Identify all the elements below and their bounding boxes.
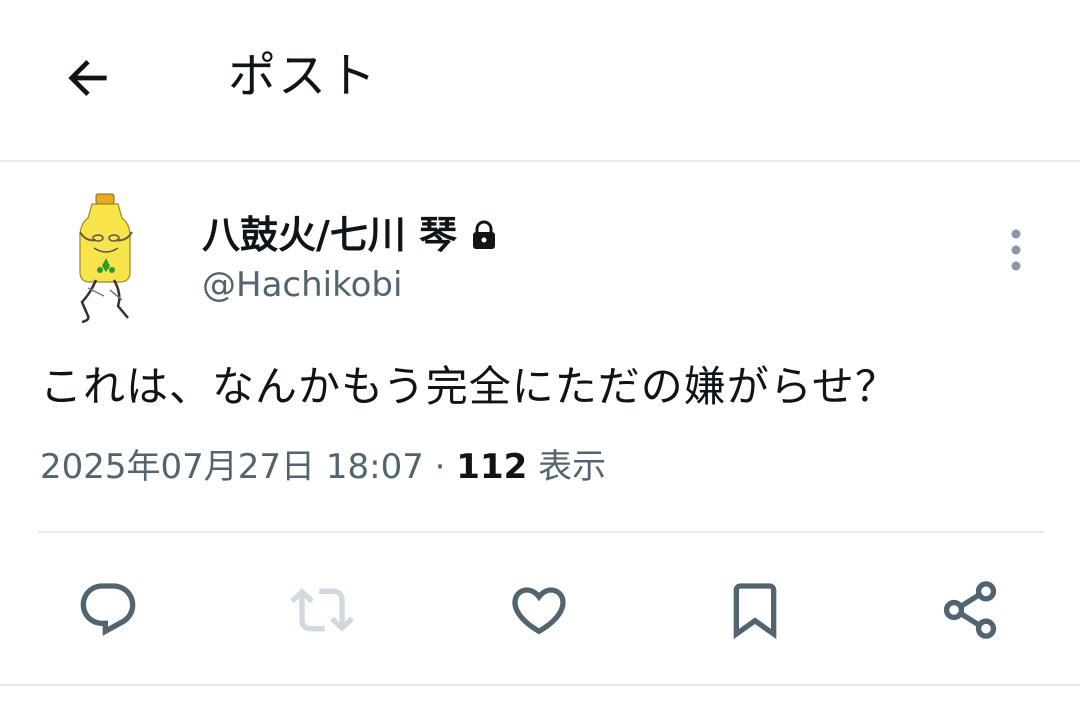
lock-icon <box>471 220 497 250</box>
back-button[interactable] <box>48 38 128 118</box>
back-arrow-icon <box>68 60 107 96</box>
avatar[interactable] <box>66 192 152 326</box>
display-name[interactable]: 八鼓火/七川 琴 <box>202 210 497 260</box>
share-button[interactable] <box>934 574 1006 646</box>
like-button[interactable] <box>503 574 575 646</box>
share-icon <box>943 581 997 639</box>
top-bar: ポスト <box>0 0 1080 162</box>
reply-button[interactable] <box>72 574 144 646</box>
display-name-text: 八鼓火/七川 琴 <box>202 213 458 257</box>
post-timestamp[interactable]: 2025年07月27日 18:07 <box>40 447 424 487</box>
views-count[interactable]: 112 <box>456 447 527 487</box>
views-label: 表示 <box>538 447 607 487</box>
repost-button[interactable] <box>286 574 358 646</box>
like-icon <box>512 587 566 635</box>
reply-icon <box>80 583 136 636</box>
more-vertical-icon <box>1011 229 1021 271</box>
repost-icon <box>290 588 354 632</box>
meta-separator: · <box>434 447 446 487</box>
bookmark-icon <box>733 583 777 640</box>
author-handle[interactable]: @Hachikobi <box>202 262 402 308</box>
divider <box>38 531 1044 533</box>
bookmark-button[interactable] <box>719 574 791 646</box>
bottom-divider <box>0 684 1080 686</box>
more-options-button[interactable] <box>994 222 1038 278</box>
post-text: これは、なんかもう完全にただの嫌がらせ？ <box>40 362 898 411</box>
post-meta: 2025年07月27日 18:07 · 112 表示 <box>40 442 606 492</box>
page-title: ポスト <box>228 48 379 104</box>
